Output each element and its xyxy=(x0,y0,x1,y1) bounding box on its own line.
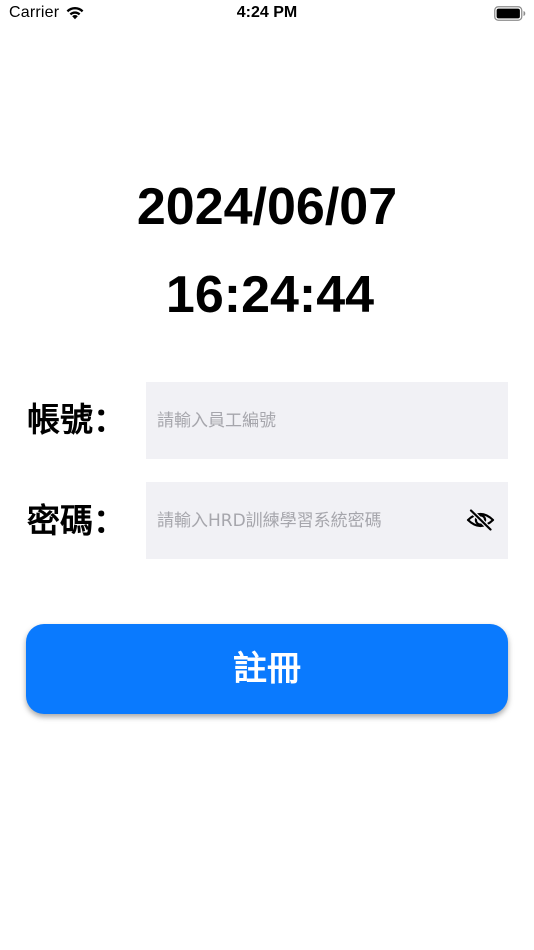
battery-icon xyxy=(494,6,526,21)
register-button[interactable]: 註冊 xyxy=(26,624,508,714)
password-label: 密碼： xyxy=(27,501,126,540)
password-field[interactable] xyxy=(146,482,508,559)
current-date: 2024/06/07 xyxy=(136,178,398,236)
account-input[interactable] xyxy=(157,382,497,459)
password-input[interactable] xyxy=(157,482,457,559)
account-field[interactable] xyxy=(146,382,508,459)
status-time: 4:24 PM xyxy=(236,4,298,21)
account-label: 帳號： xyxy=(27,400,126,439)
eye-slash-icon[interactable] xyxy=(466,509,495,531)
status-bar: Carrier 4:24 PM xyxy=(0,0,534,28)
current-time: 16:24:44 xyxy=(165,266,375,324)
